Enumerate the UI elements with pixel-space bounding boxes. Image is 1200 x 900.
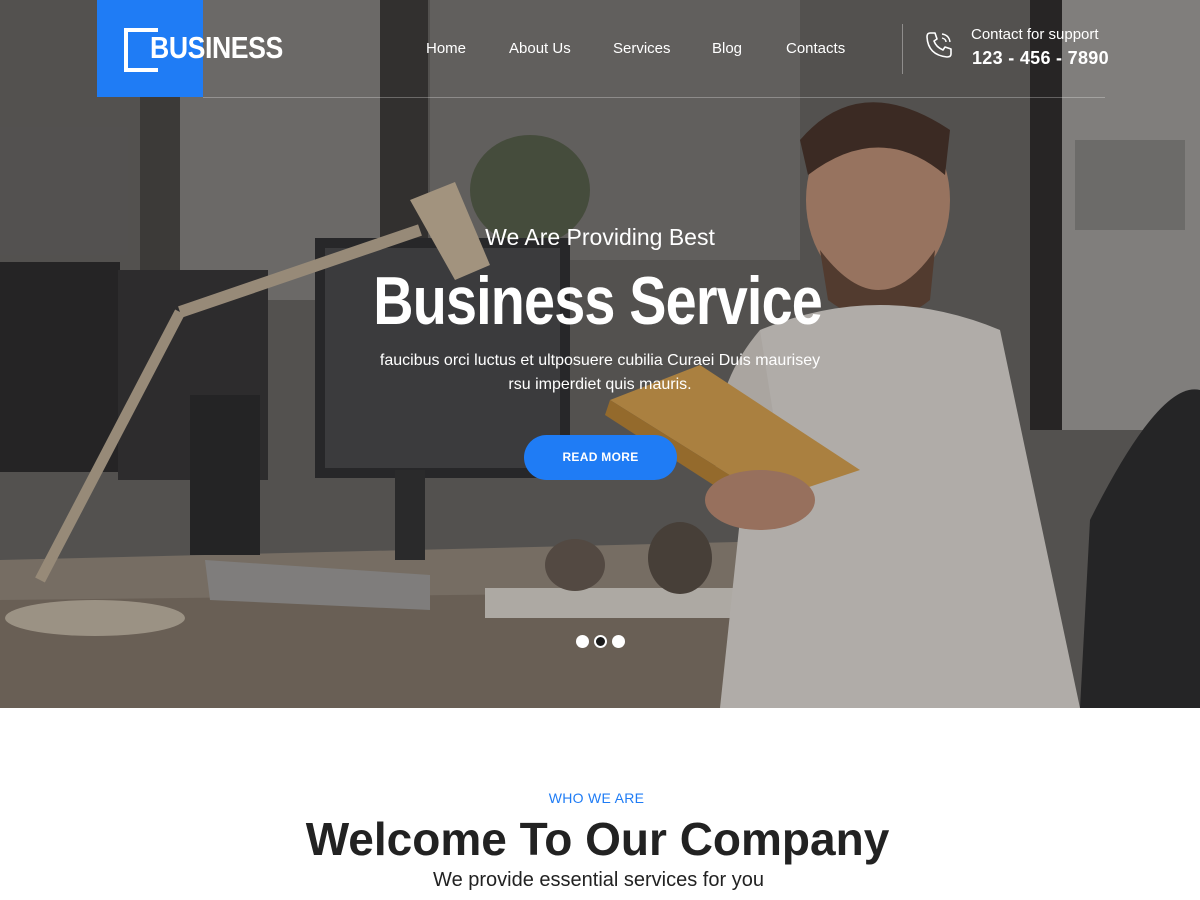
- header-bottom-border: [203, 97, 1105, 98]
- section-subtitle: We provide essential services for you: [433, 869, 764, 891]
- hero-title-text: Business Service: [373, 263, 824, 339]
- section-title: Welcome To Our Company: [305, 813, 890, 865]
- nav-home[interactable]: Home: [426, 40, 466, 57]
- slider-dot-3[interactable]: [612, 635, 625, 648]
- slider-dot-2[interactable]: [594, 635, 607, 648]
- nav-services[interactable]: Services: [613, 40, 671, 57]
- nav-about-us[interactable]: About Us: [509, 40, 571, 57]
- logo-text[interactable]: BUSINESS: [150, 30, 283, 66]
- hero-subtitle: We Are Providing Best: [485, 224, 715, 250]
- hero-title: Business Service: [0, 262, 1196, 340]
- support-phone-number[interactable]: 123 - 456 - 7890: [972, 48, 1109, 69]
- nav-contacts[interactable]: Contacts: [786, 40, 845, 57]
- hero-description: faucibus orci luctus et ultposuere cubil…: [379, 352, 821, 393]
- read-more-button[interactable]: READ MORE: [524, 435, 677, 480]
- header-divider: [902, 24, 903, 74]
- nav-blog[interactable]: Blog: [712, 40, 742, 57]
- support-label: Contact for support: [971, 26, 1099, 43]
- slider-dot-1[interactable]: [576, 635, 589, 648]
- phone-icon: [926, 32, 952, 58]
- section-eyebrow: WHO WE ARE: [548, 790, 645, 806]
